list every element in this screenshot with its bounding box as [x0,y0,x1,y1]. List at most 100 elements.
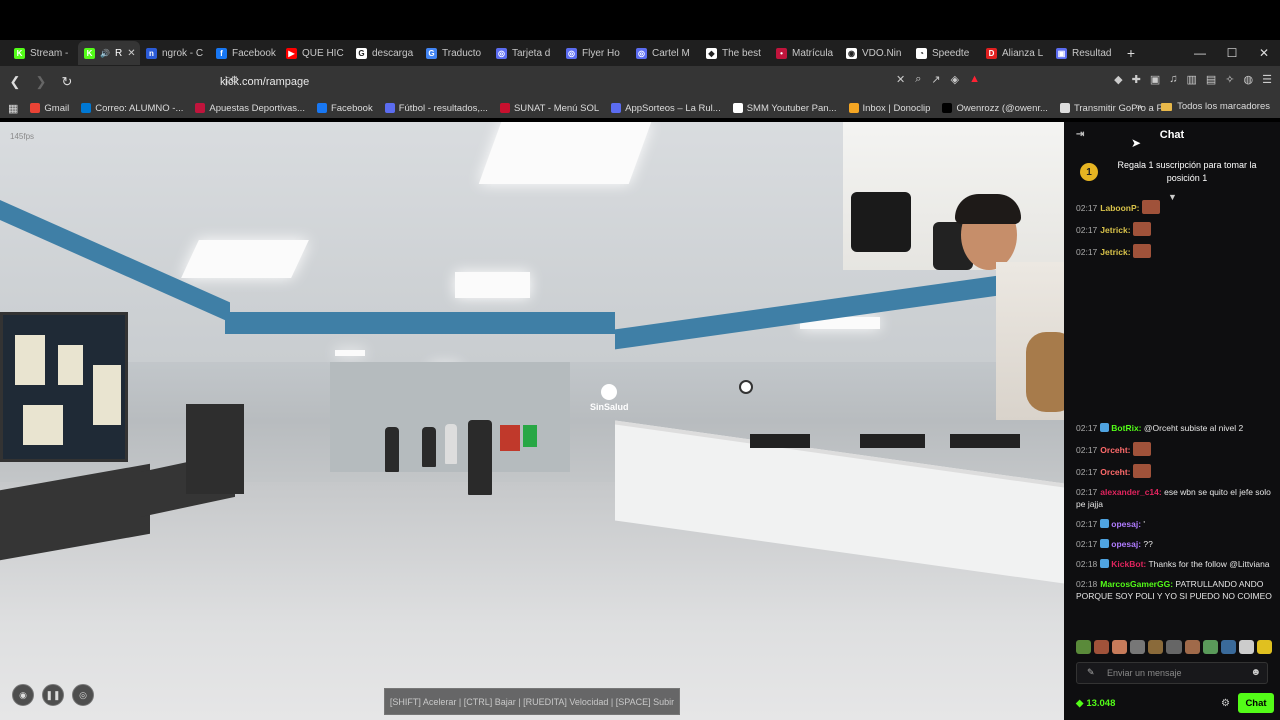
mic-icon[interactable]: ◉ [12,684,34,706]
zoom-icon[interactable]: ⌕ [915,73,921,86]
browser-tab[interactable]: D Alianza L [980,41,1050,65]
message-username[interactable]: LaboonP: [1100,203,1139,213]
bookmark-item[interactable]: Owenrozz (@owenr... [942,103,1048,114]
extensions-bar: ◆ ✚ ▣ ♫ ▥ ▤ ✧ ◍ ☰ [1114,73,1272,86]
emote-icon[interactable] [1238,640,1254,654]
extensions-icon[interactable]: ✚ [1132,73,1141,86]
menu-icon[interactable]: ☰ [1262,73,1272,86]
chat-message[interactable]: 02:18 KickBot: Thanks for the follow @Lit… [1076,558,1276,570]
gift-sub-banner[interactable]: 1 Regala 1 suscripción para tomar la pos… [1064,150,1280,194]
forward-button[interactable]: ❯ [30,74,52,90]
site-info-icon[interactable]: ⚙ [230,75,239,86]
browser-tab[interactable]: ◎ Cartel M [630,41,700,65]
close-window-button[interactable]: ✕ [1248,40,1280,66]
gear-icon[interactable]: ⚙ [1221,698,1230,709]
emote-icon[interactable] [1202,640,1218,654]
emote-icon[interactable] [1220,640,1236,654]
emote-icon[interactable] [1184,640,1200,654]
share-icon[interactable]: ↗ [931,73,940,86]
browser-tab[interactable]: ◉ VDO.Nin [840,41,910,65]
browser-tab[interactable]: G Traducto [420,41,490,65]
message-username[interactable]: Orceht: [1100,445,1130,455]
message-username[interactable]: alexander_c14: [1100,487,1161,497]
message-username[interactable]: opesaj: [1111,539,1141,549]
record-icon[interactable]: ◎ [72,684,94,706]
browser-tab[interactable]: ◔ Speedte [910,41,980,65]
chat-message[interactable]: 02:17 BotRix: @Orceht subiste al nivel 2 [1076,422,1276,434]
emote-icon[interactable] [1112,640,1128,654]
close-tab-icon[interactable]: ✕ [127,48,135,59]
message-username[interactable]: BotRix: [1111,423,1141,433]
chat-message[interactable]: 02:18 MarcosGamerGG: PATRULLANDO ANDO POR… [1076,578,1276,602]
bookmark-item[interactable]: Correo: ALUMNO -... [81,103,183,114]
apps-grid-icon[interactable]: ▦ [8,102,18,115]
emote-icon[interactable] [1148,640,1164,654]
browser-tab[interactable]: ◆ The best [700,41,770,65]
reload-button[interactable]: ↻ [56,74,78,90]
wallet-icon[interactable]: ◆ [1114,73,1122,86]
emote-icon[interactable] [1256,640,1273,654]
vpn-icon[interactable]: ◍ [1244,73,1254,86]
chat-message[interactable]: 02:17 opesaj: ' [1076,518,1276,530]
mute-site-icon[interactable]: ✕ [896,73,905,86]
browser-tab[interactable]: ▣ Resultad [1050,41,1120,65]
emote-icon[interactable] [1130,640,1146,654]
pause-icon[interactable]: ❚❚ [42,684,64,706]
emote-icon[interactable] [1166,640,1182,654]
bookmark-favicon-icon [1059,103,1070,113]
bookmark-item[interactable]: Inbox | Donoclip [848,103,930,114]
browser-tab[interactable]: ◎ Flyer Ho [560,41,630,65]
address-bar[interactable]: ⚙ kick.com/rampage [190,70,990,94]
chat-message[interactable]: 02:17 LaboonP: [1076,200,1276,214]
chat-message[interactable]: 02:17 Jetrick: [1076,222,1276,236]
chat-input[interactable]: ✎ Enviar un mensaje ☻ [1076,662,1268,684]
message-username[interactable]: Orceht: [1100,467,1130,477]
chat-message[interactable]: 02:17 Jetrick: [1076,244,1276,258]
channel-points[interactable]: 13.048 [1086,698,1115,709]
brave-shield-icon[interactable]: ◈ [951,73,959,86]
emote-icon[interactable] [1076,640,1092,654]
chat-message[interactable]: 02:17 Orceht: [1076,442,1276,456]
music-icon[interactable]: ♫ [1169,73,1177,86]
bookmark-label: SUNAT - Menú SOL [513,102,600,114]
collapse-chat-icon[interactable]: ⇥ [1076,129,1084,140]
browser-tab[interactable]: f Facebook [210,41,280,65]
message-username[interactable]: Jetrick: [1100,247,1130,257]
bookmark-item[interactable]: Apuestas Deportivas... [195,103,305,114]
bookmark-item[interactable]: SMM Youtuber Pan... [732,103,837,114]
message-username[interactable]: KickBot: [1111,559,1146,569]
bookmark-item[interactable]: AppSorteos – La Rul... [611,103,721,114]
chat-message[interactable]: 02:17 alexander_c14: ese wbn se quito el … [1076,486,1276,510]
browser-tab[interactable]: K 🔊 R ✕ [78,41,140,65]
ai-icon[interactable]: ✧ [1225,73,1234,86]
browser-tab[interactable]: K Stream - [8,41,78,65]
browser-tab[interactable]: ◎ Tarjeta d [490,41,560,65]
all-bookmarks-folder[interactable]: » Todos los marcadores [1137,101,1270,112]
new-tab-button[interactable]: + [1120,45,1142,61]
reading-icon[interactable]: ▥ [1186,73,1196,86]
minimize-button[interactable]: — [1184,40,1216,66]
browser-tab[interactable]: • Matrícula [770,41,840,65]
send-chat-button[interactable]: Chat [1238,693,1274,713]
chevron-more-icon[interactable]: » [1137,101,1142,112]
bookmark-item[interactable]: Fútbol - resultados,... [384,103,488,114]
chat-message[interactable]: 02:17 Orceht: [1076,464,1276,478]
message-username[interactable]: opesaj: [1111,519,1141,529]
bookmark-item[interactable]: Gmail [30,103,69,114]
browser-tab[interactable]: Gdescarga [350,41,420,65]
browser-tab[interactable]: n ngrok - C [140,41,210,65]
chat-message[interactable]: 02:17 opesaj: ?? [1076,538,1276,550]
emote-icon[interactable] [1094,640,1110,654]
message-username[interactable]: Jetrick: [1100,225,1130,235]
browser-tab[interactable]: ▶ QUE HIC [280,41,350,65]
rewards-icon[interactable]: ▲ [969,73,980,86]
emoji-icon[interactable]: ☻ [1250,667,1261,678]
bookmark-item[interactable]: SUNAT - Menú SOL [499,102,600,114]
back-button[interactable]: ❮ [4,74,26,90]
bookmark-item[interactable]: Facebook [316,103,373,114]
message-username[interactable]: MarcosGamerGG: [1100,579,1173,589]
wallet2-icon[interactable]: ▤ [1206,73,1216,86]
maximize-button[interactable]: ☐ [1216,40,1248,66]
sidebar-icon[interactable]: ▣ [1150,73,1160,86]
audio-playing-icon[interactable]: 🔊 [100,49,110,58]
